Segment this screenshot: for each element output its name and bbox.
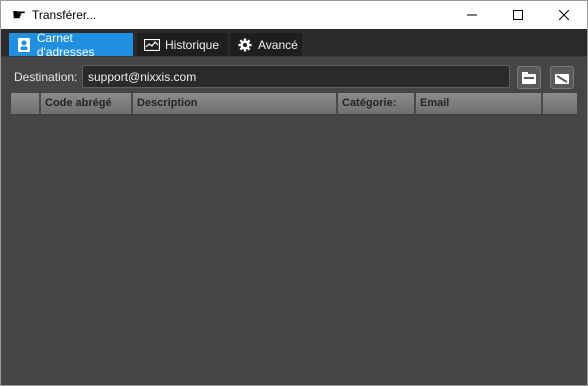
column-header-category[interactable]: Catégorie: bbox=[338, 93, 416, 114]
destination-label: Destination: bbox=[14, 70, 78, 84]
clear-address-button[interactable] bbox=[550, 66, 574, 89]
minimize-icon bbox=[467, 14, 477, 16]
tab-address-book-label: Carnet d'adresses bbox=[36, 30, 95, 59]
hand-pointer-icon: ☛ bbox=[11, 5, 27, 24]
maximize-button[interactable] bbox=[495, 1, 541, 29]
gear-icon bbox=[237, 37, 253, 53]
tab-history-label: Historique bbox=[165, 37, 220, 52]
column-header-description[interactable]: Description bbox=[133, 93, 338, 114]
column-header-short-code[interactable]: Code abrégé bbox=[41, 93, 133, 114]
address-table: Code abrégé Description Catégorie: Email bbox=[11, 93, 577, 381]
tab-bar: Carnet d'adresses Historique Avancé bbox=[1, 29, 587, 59]
destination-input[interactable] bbox=[82, 65, 510, 88]
maximize-icon bbox=[513, 10, 523, 20]
table-body bbox=[11, 115, 577, 381]
window-title: Transférer... bbox=[32, 8, 97, 22]
title-bar: ☛ Transférer... bbox=[1, 1, 587, 29]
minimize-button[interactable] bbox=[449, 1, 495, 29]
open-address-button[interactable] bbox=[517, 66, 541, 89]
tab-history[interactable]: Historique bbox=[137, 33, 228, 56]
column-header-select[interactable] bbox=[11, 93, 41, 114]
history-icon bbox=[144, 37, 160, 53]
close-button[interactable] bbox=[541, 1, 587, 29]
transfer-window: ☛ Transférer... Carnet d'adresses Histor… bbox=[0, 0, 588, 386]
column-header-email[interactable]: Email bbox=[416, 93, 543, 114]
close-icon bbox=[559, 10, 569, 20]
folder-open-icon bbox=[522, 71, 536, 84]
address-book-icon bbox=[16, 37, 32, 53]
tab-address-book[interactable]: Carnet d'adresses bbox=[9, 30, 133, 59]
eraser-icon bbox=[555, 73, 569, 84]
tab-advanced[interactable]: Avancé bbox=[230, 33, 302, 56]
tab-advanced-label: Avancé bbox=[258, 37, 298, 52]
column-header-extra[interactable] bbox=[543, 93, 577, 114]
table-header: Code abrégé Description Catégorie: Email bbox=[11, 93, 577, 115]
